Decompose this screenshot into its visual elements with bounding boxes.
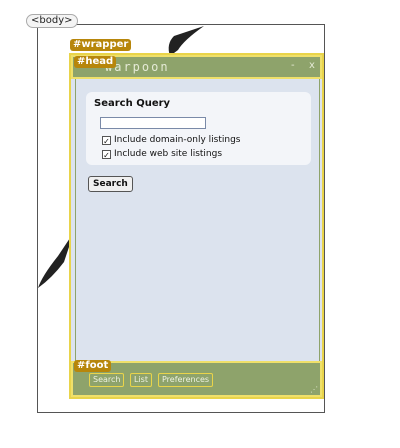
domain-only-checkbox[interactable]: ✓ <box>102 135 111 146</box>
web-site-option[interactable]: ✓ Include web site listings <box>102 149 223 160</box>
web-site-label: Include web site listings <box>114 149 223 159</box>
foot-tag-label: #foot <box>74 360 112 372</box>
head-tag-label: #head <box>74 56 117 68</box>
web-site-checkbox[interactable]: ✓ <box>102 149 111 160</box>
search-query-box: Search Query ✓ Include domain-only listi… <box>86 92 311 165</box>
search-button[interactable]: Search <box>88 176 133 192</box>
body-tag-label: <body> <box>26 14 78 28</box>
wrapper-panel: warpoon - x Search Query ✓ Include domai… <box>69 53 324 399</box>
minimize-button[interactable]: - <box>291 60 295 71</box>
wrapper-tag-label: #wrapper <box>70 39 132 51</box>
close-button[interactable]: x <box>309 60 315 71</box>
domain-only-label: Include domain-only listings <box>114 135 241 145</box>
footer-preferences-button[interactable]: Preferences <box>158 373 214 387</box>
resize-grip-icon[interactable]: ⋰ <box>310 385 318 394</box>
footer-search-button[interactable]: Search <box>89 373 125 387</box>
domain-only-option[interactable]: ✓ Include domain-only listings <box>102 135 241 146</box>
search-input[interactable] <box>100 117 206 129</box>
search-query-label: Search Query <box>94 98 171 109</box>
panel-content: Search Query ✓ Include domain-only listi… <box>75 79 320 361</box>
footer-list-button[interactable]: List <box>130 373 152 387</box>
